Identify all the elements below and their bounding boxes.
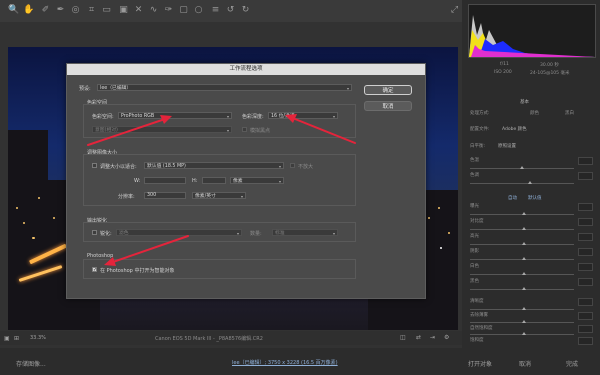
before-after-icon[interactable]: ◫: [400, 334, 406, 341]
camera-info: Canon EOS 5D Mark III - _P8A8576编辑.CR2: [155, 336, 263, 342]
resize-checkbox[interactable]: [92, 163, 97, 168]
dialog-title: 工作流程选项: [67, 64, 425, 75]
default-link[interactable]: 默认值: [528, 195, 542, 201]
target-adjust-icon[interactable]: ◎: [70, 5, 81, 16]
sharpen-group: 锐化: 滤色 ▾ 数量: 标准 ▾: [83, 222, 356, 242]
fullscreen-icon[interactable]: ⤢: [449, 5, 460, 16]
save-image-button[interactable]: 存储图像...: [16, 359, 46, 368]
color-space-label: 色彩空间:: [92, 114, 114, 120]
color-depth-label: 色彩深度:: [242, 114, 264, 120]
resolution-input[interactable]: 300: [144, 192, 186, 199]
workflow-options-link[interactable]: lee（已编辑）; 3750 x 3228 (16.5 百万像素): [232, 359, 338, 366]
rotate-right-icon[interactable]: ↻: [240, 5, 251, 16]
smart-object-label: 在 Photoshop 中打开为智能对象: [100, 268, 175, 274]
workflow-options-dialog: 工作流程选项 预设: lee（已编辑） ▾ 确定 取消 色彩空间 色彩空间: Pr…: [66, 63, 426, 299]
resize-fit-select[interactable]: 默认值 (18.5 MP) ▾: [144, 162, 284, 169]
bottom-bar: 存储图像... lee（已编辑）; 3750 x 3228 (16.5 百万像素…: [0, 348, 600, 375]
sharpen-checkbox[interactable]: [92, 230, 97, 235]
fit-view-icon[interactable]: ▣: [4, 335, 10, 342]
width-label: W:: [134, 178, 141, 184]
done-button[interactable]: 完成: [566, 359, 578, 368]
basic-panel-title: 基本: [520, 100, 529, 105]
cancel-main-button[interactable]: 取消: [519, 359, 531, 368]
red-eye-icon[interactable]: ∿: [148, 5, 159, 16]
straighten-tool-icon[interactable]: ▭: [101, 5, 112, 16]
profile-label: 配置文件:: [470, 127, 490, 132]
amount-select[interactable]: 标准 ▾: [272, 229, 338, 236]
no-enlarge-label: 不放大: [298, 164, 314, 170]
open-object-button[interactable]: 打开对象: [468, 359, 492, 368]
treatment-label: 处理方式:: [470, 111, 490, 116]
preferences-icon[interactable]: ≡: [210, 5, 221, 16]
zoom-level[interactable]: 33.3%: [30, 335, 46, 341]
aperture-value: f/11: [500, 62, 509, 67]
ok-button[interactable]: 确定: [364, 85, 412, 95]
amount-label: 数量:: [250, 231, 262, 237]
zoom-tool-icon[interactable]: 🔍: [8, 5, 19, 16]
size-units-select[interactable]: 像素 ▾: [230, 177, 284, 184]
width-input[interactable]: [144, 177, 186, 184]
white-balance-label: 白平衡:: [470, 144, 486, 149]
treatment-color-radio[interactable]: 颜色: [530, 110, 539, 116]
spot-removal-icon[interactable]: ✕: [133, 5, 144, 16]
resolution-label: 分辨率:: [118, 194, 135, 200]
copy-settings-icon[interactable]: ⇥: [430, 334, 435, 341]
auto-link[interactable]: 自动: [508, 195, 517, 201]
swap-icon[interactable]: ⇄: [416, 334, 421, 341]
adjustment-brush-icon[interactable]: ✑: [163, 5, 174, 16]
color-space-select[interactable]: ProPhoto RGB ▾: [118, 112, 232, 119]
histogram: [468, 4, 596, 58]
graduated-filter-icon[interactable]: ▢: [178, 5, 189, 16]
photoshop-group: ✓ 在 Photoshop 中打开为智能对象: [83, 259, 356, 279]
sharpen-for-select[interactable]: 滤色 ▾: [116, 229, 242, 236]
treatment-bw-radio[interactable]: 黑白: [565, 110, 574, 116]
simulate-blackpoint-label: 模拟黑点: [250, 128, 271, 134]
hand-tool-icon[interactable]: ✋: [23, 5, 34, 16]
preset-select[interactable]: lee（已编辑） ▾: [97, 84, 352, 91]
toggle-settings-icon[interactable]: ⚙: [444, 334, 449, 341]
smart-object-checkbox[interactable]: ✓: [92, 267, 97, 273]
resize-group: 调整大小以适合: 默认值 (18.5 MP) ▾ 不放大 W: H: 像素 ▾ 分辨…: [83, 154, 356, 206]
height-label: H:: [192, 178, 198, 184]
shutter-value: 30.00 秒: [540, 63, 559, 68]
color-space-group: 色彩空间: ProPhoto RGB ▾ 色彩深度: 16 位/通道 ▾ 意图(相对…: [83, 104, 356, 138]
crop-tool-icon[interactable]: ⌗: [86, 5, 97, 16]
radial-filter-icon[interactable]: ○: [193, 5, 204, 16]
height-input[interactable]: [202, 177, 226, 184]
intent-select[interactable]: 意图(相对) ▾: [92, 126, 232, 133]
lens-value: 24-105@105 毫米: [530, 71, 570, 76]
iso-value: ISO 200: [494, 70, 512, 75]
rotate-left-icon[interactable]: ↺: [225, 5, 236, 16]
resolution-units-select[interactable]: 像素/英寸 ▾: [192, 192, 246, 199]
color-sampler-icon[interactable]: ✒: [55, 5, 66, 16]
status-bar: ▣ ⊞ 33.3% Canon EOS 5D Mark III - _P8A85…: [0, 331, 462, 345]
resize-fit-label: 调整大小以适合:: [100, 164, 137, 170]
simulate-blackpoint-checkbox[interactable]: [242, 127, 247, 132]
color-depth-select[interactable]: 16 位/通道 ▾: [268, 112, 338, 119]
cancel-button[interactable]: 取消: [364, 101, 412, 111]
no-enlarge-checkbox[interactable]: [290, 163, 295, 168]
transform-tool-icon[interactable]: ▣: [118, 5, 129, 16]
white-balance-tool-icon[interactable]: ✐: [40, 5, 51, 16]
sharpen-label: 锐化:: [100, 231, 112, 237]
preset-label: 预设:: [79, 86, 91, 92]
profile-select[interactable]: Adobe 颜色: [502, 126, 527, 132]
zoom-in-icon[interactable]: ⊞: [14, 335, 19, 342]
white-balance-select[interactable]: 原照设置: [498, 143, 516, 149]
